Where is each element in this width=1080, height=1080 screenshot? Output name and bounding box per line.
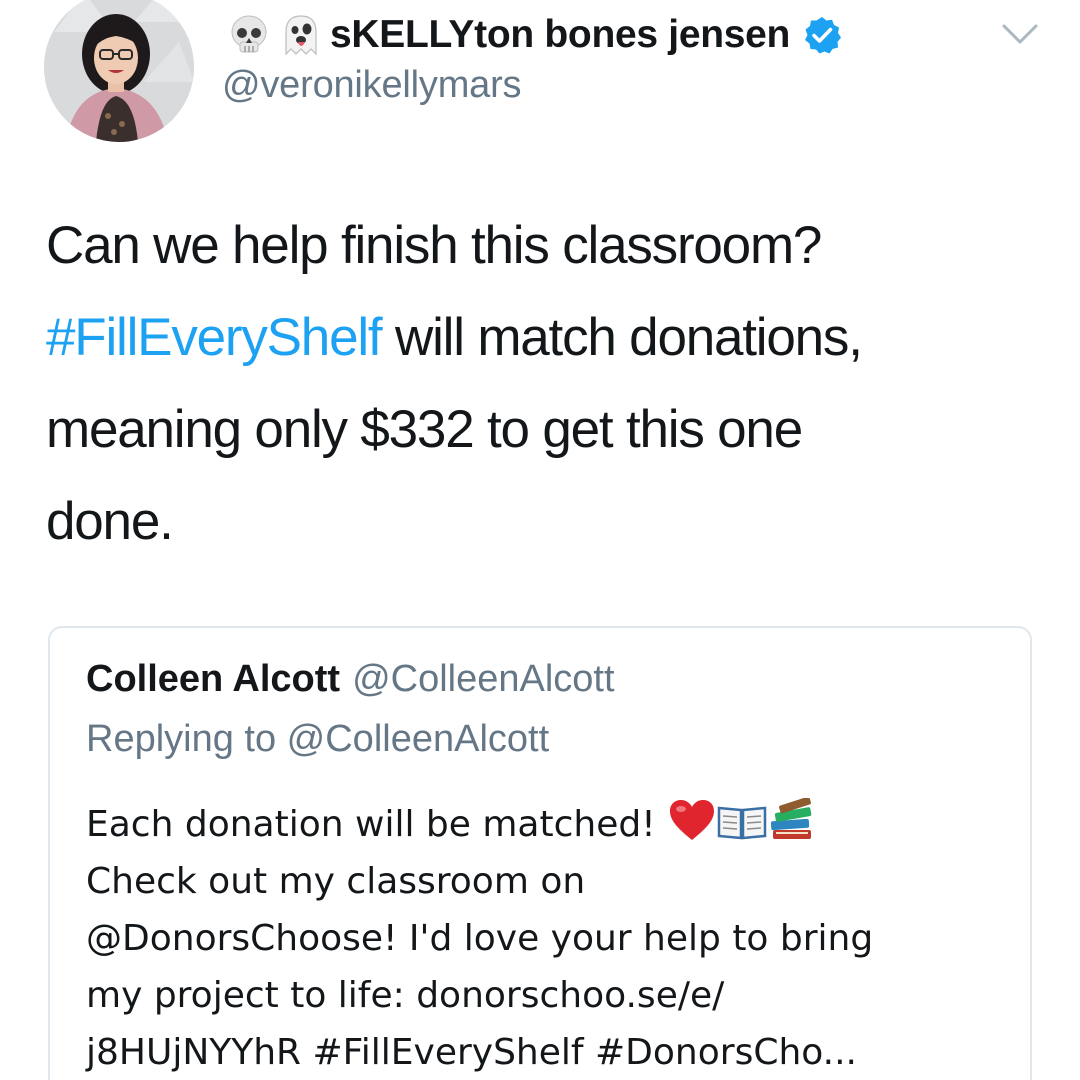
quoted-text-line: @DonorsChoose! I'd love your help to bri…	[86, 918, 874, 959]
chevron-down-icon[interactable]	[1000, 20, 1040, 50]
quoted-tweet-card[interactable]: Colleen Alcott @ColleenAlcott Replying to…	[48, 626, 1032, 1080]
open-book-emoji-icon	[717, 806, 767, 840]
quoted-text-segment: Each donation will be matched!	[86, 804, 668, 845]
tweet-text-line: #FillEveryShelf will match donations,	[46, 292, 1036, 384]
replying-to-label: Replying to @ColleenAlcott	[86, 718, 550, 760]
heart-emoji-icon	[670, 800, 715, 840]
tweet-text-line: Can we help finish this classroom?	[46, 216, 822, 275]
tweet-text-line: meaning only $332 to get this one	[46, 400, 803, 459]
quoted-text-line: my project to life: donorschoo.se/e/	[86, 975, 725, 1016]
author-name-row[interactable]: sKELLYton bones jensen	[226, 12, 842, 58]
hashtag-link[interactable]: #FillEveryShelf	[46, 308, 383, 367]
verified-badge-icon	[805, 17, 842, 54]
tweet-text-segment: will match donations,	[381, 308, 863, 367]
avatar-photo	[44, 0, 194, 142]
author-handle[interactable]: @veronikellymars	[222, 64, 522, 107]
quoted-text-line: Check out my classroom on	[86, 861, 586, 902]
tweet-text: Can we help finish this classroom? #Fill…	[46, 200, 1036, 568]
author-display-name[interactable]: sKELLYton bones jensen	[330, 13, 790, 57]
tweet-text-line: done.	[46, 492, 174, 551]
ghost-emoji-icon	[285, 15, 317, 56]
quoted-text-line: Each donation will be matched!	[86, 796, 1006, 853]
quoted-tweet-header: Colleen Alcott @ColleenAlcott	[86, 658, 615, 701]
quoted-author-name: Colleen Alcott	[86, 658, 341, 700]
author-avatar[interactable]	[44, 0, 194, 142]
tweet: sKELLYton bones jensen @veronikellymars …	[0, 0, 1080, 1080]
books-emoji-icon	[770, 798, 812, 839]
quoted-tweet-text: Each donation will be matched! Check out…	[86, 796, 1006, 1080]
quoted-text-line: j8HUjNYYhR #FillEveryShelf #DonorsCho...	[86, 1032, 857, 1073]
quoted-author-handle: @ColleenAlcott	[352, 658, 615, 700]
skull-emoji-icon	[231, 15, 267, 53]
